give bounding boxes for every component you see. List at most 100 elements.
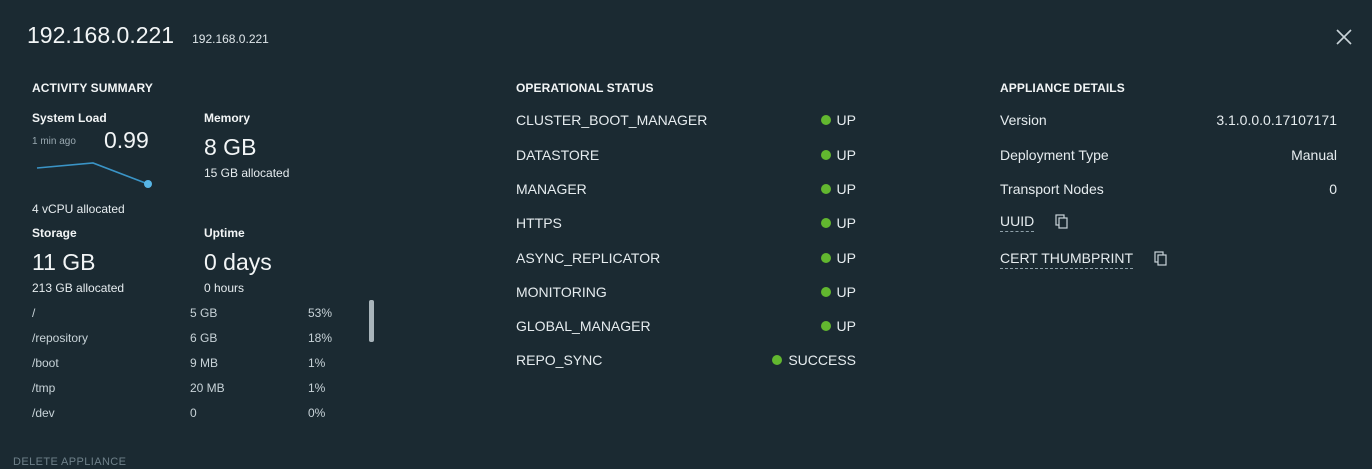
- service-name: HTTPS: [516, 215, 562, 231]
- copy-icon[interactable]: [1154, 251, 1168, 269]
- table-row: /repository 6 GB 18%: [32, 331, 372, 356]
- status-row: MONITORING UP: [516, 284, 856, 306]
- status-text: UP: [836, 250, 856, 266]
- partition-path: /dev: [32, 406, 55, 420]
- service-name: DATASTORE: [516, 147, 600, 163]
- dialog-header: 192.168.0.221 192.168.0.221: [27, 22, 269, 49]
- deployment-type-value: Manual: [1291, 147, 1337, 163]
- transport-nodes-value: 0: [1329, 181, 1337, 197]
- status-text: UP: [836, 181, 856, 197]
- delete-appliance-button[interactable]: DELETE APPLIANCE: [13, 456, 126, 468]
- service-name: MONITORING: [516, 284, 607, 300]
- detail-row-transport: Transport Nodes 0: [1000, 181, 1337, 203]
- service-name: ASYNC_REPLICATOR: [516, 250, 661, 266]
- status-badge: UP: [820, 215, 856, 231]
- memory-value: 8 GB: [204, 134, 257, 160]
- status-text: UP: [836, 147, 856, 163]
- partition-path: /repository: [32, 331, 89, 345]
- status-row: DATASTORE UP: [516, 147, 856, 169]
- deployment-type-label: Deployment Type: [1000, 147, 1109, 163]
- status-text: UP: [836, 215, 856, 231]
- partition-path: /: [32, 306, 36, 320]
- vcpu-allocated: 4 vCPU allocated: [32, 202, 125, 216]
- partition-size: 5 GB: [190, 306, 218, 320]
- status-text: UP: [836, 284, 856, 300]
- status-text: UP: [836, 112, 856, 128]
- service-name: CLUSTER_BOOT_MANAGER: [516, 112, 708, 128]
- detail-row-version: Version 3.1.0.0.0.17107171: [1000, 112, 1337, 134]
- storage-allocated: 213 GB allocated: [32, 281, 125, 295]
- table-row: /dev 0 0%: [32, 406, 372, 428]
- storage-value: 11 GB: [32, 249, 96, 275]
- status-text: SUCCESS: [788, 352, 856, 368]
- appliance-details-title: APPLIANCE DETAILS: [1000, 81, 1125, 95]
- status-row: HTTPS UP: [516, 215, 856, 237]
- partition-size: 9 MB: [190, 356, 219, 370]
- status-dot-icon: [820, 321, 831, 331]
- status-badge: UP: [820, 112, 856, 128]
- status-dot-icon: [820, 287, 831, 297]
- status-dot-icon: [820, 218, 831, 228]
- status-badge: UP: [820, 147, 856, 163]
- system-load-label: System Load: [32, 111, 107, 125]
- partition-size: 6 GB: [190, 331, 218, 345]
- version-label: Version: [1000, 112, 1047, 128]
- status-badge: SUCCESS: [772, 352, 856, 368]
- status-row: ASYNC_REPLICATOR UP: [516, 250, 856, 272]
- transport-nodes-label: Transport Nodes: [1000, 181, 1104, 197]
- partition-percent: 0%: [308, 406, 326, 420]
- activity-summary-title: ACTIVITY SUMMARY: [32, 81, 153, 95]
- partition-size: 20 MB: [190, 381, 225, 395]
- system-load-value: 0.99: [104, 127, 149, 153]
- close-icon[interactable]: [1335, 28, 1353, 46]
- uptime-label: Uptime: [204, 226, 245, 240]
- status-text: UP: [836, 318, 856, 334]
- partition-path: /tmp: [32, 381, 56, 395]
- status-badge: UP: [820, 181, 856, 197]
- partition-percent: 1%: [308, 356, 326, 370]
- table-row: /boot 9 MB 1%: [32, 356, 372, 381]
- storage-label: Storage: [32, 226, 77, 240]
- status-row: REPO_SYNC SUCCESS: [516, 352, 856, 374]
- memory-label: Memory: [204, 111, 251, 125]
- service-name: GLOBAL_MANAGER: [516, 318, 651, 334]
- status-row: GLOBAL_MANAGER UP: [516, 318, 856, 340]
- system-load-time: 1 min ago: [32, 136, 76, 147]
- status-badge: UP: [820, 318, 856, 334]
- cert-thumbprint-link[interactable]: CERT THUMBPRINT: [1000, 250, 1134, 269]
- partition-percent: 18%: [308, 331, 333, 345]
- status-row: CLUSTER_BOOT_MANAGER UP: [516, 112, 856, 134]
- system-load-sparkline: [36, 162, 152, 188]
- service-name: REPO_SYNC: [516, 352, 603, 368]
- status-dot-icon: [820, 115, 831, 125]
- operational-status-title: OPERATIONAL STATUS: [516, 81, 654, 95]
- version-value: 3.1.0.0.0.17107171: [1216, 112, 1337, 128]
- dialog-subtitle: 192.168.0.221: [192, 32, 269, 46]
- uuid-link[interactable]: UUID: [1000, 213, 1035, 232]
- partition-percent: 53%: [308, 306, 333, 320]
- status-dot-icon: [772, 355, 783, 365]
- status-badge: UP: [820, 250, 856, 266]
- detail-row-uuid: UUID: [1000, 213, 1337, 235]
- status-dot-icon: [820, 150, 831, 160]
- uptime-value: 0 days: [204, 249, 272, 275]
- sparkline-point: [144, 180, 152, 188]
- table-row: / 5 GB 53%: [32, 306, 372, 331]
- memory-allocated: 15 GB allocated: [204, 166, 290, 180]
- copy-icon[interactable]: [1055, 214, 1069, 232]
- status-dot-icon: [820, 253, 831, 263]
- uptime-hours: 0 hours: [204, 281, 245, 295]
- storage-table-scrollbar[interactable]: [369, 300, 374, 342]
- service-name: MANAGER: [516, 181, 587, 197]
- partition-percent: 1%: [308, 381, 326, 395]
- storage-partitions-table[interactable]: / 5 GB 53% /repository 6 GB 18% /boot 9 …: [32, 300, 382, 428]
- dialog-title: 192.168.0.221: [27, 22, 175, 48]
- detail-row-cert: CERT THUMBPRINT: [1000, 250, 1337, 272]
- status-badge: UP: [820, 284, 856, 300]
- partition-size: 0: [190, 406, 197, 420]
- status-dot-icon: [820, 184, 831, 194]
- status-row: MANAGER UP: [516, 181, 856, 203]
- table-row: /tmp 20 MB 1%: [32, 381, 372, 406]
- detail-row-deployment: Deployment Type Manual: [1000, 147, 1337, 169]
- partition-path: /boot: [32, 356, 59, 370]
